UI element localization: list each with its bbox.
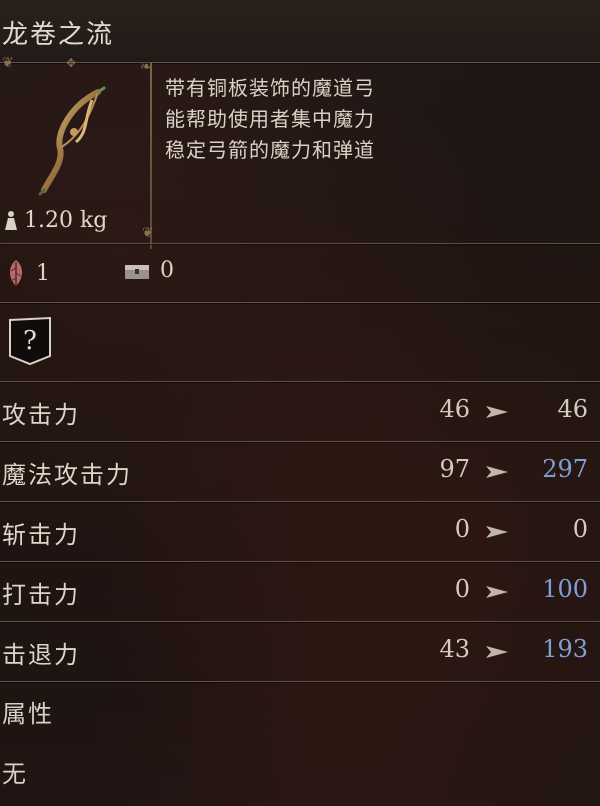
stat-old-value: 97: [439, 455, 470, 483]
stat-old-value: 43: [439, 635, 470, 663]
divider: [0, 302, 600, 303]
divider: [0, 501, 600, 502]
stat-new-value: 100: [542, 575, 588, 603]
stat-row-magic-attack: 魔法攻击力 97 297: [0, 443, 600, 501]
feather-icon: [10, 260, 22, 286]
description-line: 带有铜板装饰的魔道弓: [165, 76, 375, 100]
stat-label: 打击力: [2, 581, 80, 609]
stat-label: 斩击力: [2, 521, 80, 549]
stat-row-attack: 攻击力 46 46: [0, 383, 600, 441]
chest-count-value: 0: [160, 258, 174, 283]
question-mark-icon[interactable]: ?: [8, 316, 52, 366]
frame-ornament-bottom-right: ❦: [142, 225, 154, 241]
attribute-heading: 属性: [2, 700, 54, 728]
frame-ornament-top-right: ❧: [140, 59, 152, 75]
arrow-right-icon: [486, 646, 508, 658]
feather-count: 1: [6, 258, 50, 288]
attribute-value: 无: [2, 760, 28, 788]
stat-label: 击退力: [2, 641, 80, 669]
counts-row: 1 0: [0, 252, 600, 296]
frame-ornament-top-left: ❦: [2, 55, 14, 71]
stat-row-knockback: 击退力 43 193: [0, 623, 600, 681]
chest-icon: [125, 264, 149, 279]
divider: [0, 561, 600, 562]
divider: [0, 243, 600, 244]
divider: [0, 381, 600, 382]
stat-new-value: 193: [542, 635, 588, 663]
weight-icon: [5, 211, 17, 230]
stat-row-strike: 打击力 0 100: [0, 563, 600, 621]
stat-old-value: 0: [454, 575, 470, 603]
arrow-right-icon: [486, 586, 508, 598]
item-name: 龙卷之流: [2, 20, 115, 50]
stat-row-slash: 斩击力 0 0: [0, 503, 600, 561]
chest-count: 0: [124, 258, 174, 283]
stat-new-value: 297: [542, 455, 588, 483]
weight-row: 1.20 kg: [2, 203, 107, 237]
stat-old-value: 0: [454, 515, 470, 543]
weight-value: 1.20 kg: [24, 207, 108, 233]
title-bar: 龙卷之流: [0, 0, 600, 62]
item-detail-panel: 龙卷之流 ❦ ✥ ❧ ❦ 带有铜板装饰的魔道弓 能帮助使用者集中魔力 稳定弓箭的…: [0, 0, 600, 806]
stat-label: 魔法攻击力: [2, 461, 132, 489]
arrow-right-icon: [486, 406, 508, 418]
arrow-right-icon: [486, 466, 508, 478]
bow-icon: [38, 86, 106, 196]
stat-new-value: 0: [572, 515, 588, 543]
feather-count-value: 1: [36, 260, 50, 286]
description-line: 能帮助使用者集中魔力: [165, 107, 375, 131]
divider: [0, 681, 600, 682]
stat-old-value: 46: [439, 395, 470, 423]
icon-frame-border: [150, 63, 152, 249]
divider: [0, 621, 600, 622]
divider: [0, 441, 600, 442]
unknown-slot-label: ?: [23, 326, 37, 356]
description-line: 稳定弓箭的魔力和弹道: [165, 138, 375, 162]
arrow-right-icon: [486, 526, 508, 538]
frame-ornament-top-mid: ✥: [66, 56, 77, 70]
item-description: 带有铜板装饰的魔道弓 能帮助使用者集中魔力 稳定弓箭的魔力和弹道: [165, 73, 375, 166]
stat-label: 攻击力: [2, 401, 80, 429]
stat-new-value: 46: [557, 395, 588, 423]
